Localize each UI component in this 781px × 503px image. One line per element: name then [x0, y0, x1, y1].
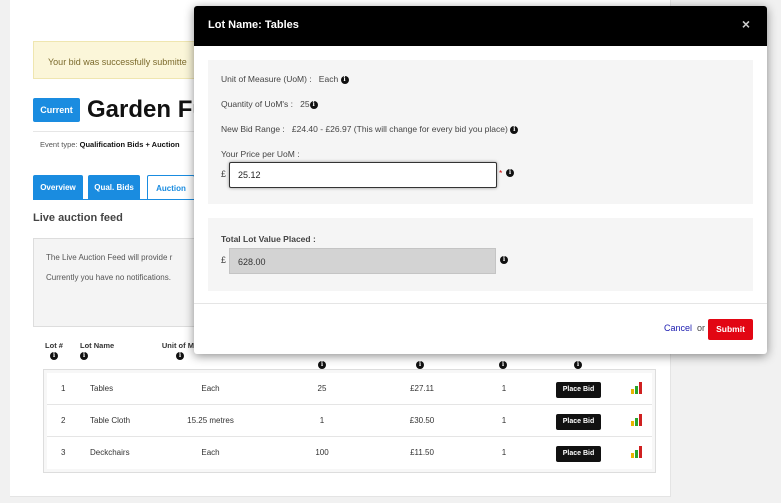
lot-uom: Each: [201, 384, 220, 393]
event-type-value: Qualification Bids + Auction: [79, 140, 180, 149]
lot-rank: 1: [501, 384, 507, 393]
total-info: i: [500, 254, 508, 264]
qty-label: Quantity of UoM's :: [221, 99, 294, 109]
uom-label: Unit of Measure (UoM) :: [221, 74, 312, 84]
cancel-link[interactable]: Cancel: [664, 323, 692, 333]
table-row: 3 Deckchairs Each 100 £11.50 1 Place Bid: [47, 437, 652, 469]
info-icon[interactable]: i: [416, 361, 424, 370]
header-action: i: [574, 359, 582, 370]
lot-rank: 1: [501, 448, 507, 457]
tab-auction[interactable]: Auction: [147, 175, 195, 200]
event-type-label: Event type:: [40, 140, 78, 149]
tab-underline: [33, 199, 203, 200]
divider: [194, 303, 767, 304]
currency-symbol: £: [221, 255, 227, 265]
total-value-field: 628.00: [229, 248, 496, 274]
feed-line: The Live Auction Feed will provide r: [46, 253, 173, 262]
close-icon[interactable]: ×: [742, 16, 750, 32]
feed-line: Currently you have no notifications.: [46, 273, 171, 282]
qty-row: Quantity of UoM's : 25 i: [221, 99, 318, 109]
info-icon[interactable]: i: [309, 100, 318, 109]
header-qty: i: [318, 359, 326, 370]
header-text: Lot Name: [80, 341, 115, 350]
info-icon[interactable]: i: [499, 361, 507, 370]
price-input[interactable]: [229, 162, 497, 188]
modal-header: Lot Name: Tables ×: [194, 6, 767, 46]
info-icon[interactable]: i: [510, 125, 519, 134]
bar-chart-icon[interactable]: [630, 381, 644, 395]
event-type: Event type: Qualification Bids + Auction: [40, 140, 180, 149]
info-icon[interactable]: i: [50, 352, 58, 361]
bar-chart-icon[interactable]: [630, 445, 644, 459]
info-icon[interactable]: i: [506, 168, 514, 177]
info-icon[interactable]: i: [176, 352, 184, 361]
place-bid-button[interactable]: Place Bid: [556, 414, 601, 430]
lot-num: 2: [61, 416, 66, 425]
price-label: Your Price per UoM :: [221, 149, 300, 159]
info-icon[interactable]: i: [500, 255, 508, 264]
tab-overview[interactable]: Overview: [33, 175, 83, 200]
lot-price: £11.50: [410, 448, 434, 457]
lot-uom: 15.25 metres: [187, 416, 234, 425]
bar-chart-icon[interactable]: [630, 413, 644, 427]
total-label: Total Lot Value Placed :: [221, 234, 316, 244]
place-bid-button[interactable]: Place Bid: [556, 446, 601, 462]
range-value: £24.40 - £26.97 (This will change for ev…: [291, 124, 508, 134]
lot-name: Deckchairs: [90, 448, 130, 457]
price-info: i: [506, 167, 514, 177]
range-label: New Bid Range :: [221, 124, 285, 134]
qty-value: 25: [300, 99, 310, 109]
header-price: i: [416, 359, 424, 370]
tab-qual-bids[interactable]: Qual. Bids: [88, 175, 140, 200]
lot-qty: 100: [315, 448, 329, 457]
place-bid-button[interactable]: Place Bid: [556, 382, 601, 398]
lot-rank: 1: [501, 416, 507, 425]
uom-value: Each: [318, 74, 339, 84]
info-icon[interactable]: i: [318, 361, 326, 370]
required-mark: *: [499, 168, 503, 178]
lot-qty: 1: [319, 416, 325, 425]
range-row: New Bid Range : £24.40 - £26.97 (This wi…: [221, 124, 519, 134]
bid-details-panel: Unit of Measure (UoM) : Each i Quantity …: [208, 60, 753, 204]
lot-num: 3: [61, 448, 66, 457]
info-icon[interactable]: i: [340, 75, 349, 84]
lot-uom: Each: [201, 448, 220, 457]
lot-price: £27.11: [410, 384, 434, 393]
table-row: 2 Table Cloth 15.25 metres 1 £30.50 1 Pl…: [47, 405, 652, 437]
or-text: or: [697, 323, 706, 333]
header-rank: i: [499, 359, 507, 370]
status-badge: Current: [33, 98, 80, 122]
table-body: 1 Tables Each 25 £27.11 1 Place Bid 2 Ta…: [43, 369, 656, 473]
lot-qty: 25: [317, 384, 327, 393]
table-row: 1 Tables Each 25 £27.11 1 Place Bid: [47, 373, 652, 405]
header-lot-num: Lot # i: [45, 341, 63, 361]
success-alert: Your bid was successfully submitte: [33, 41, 203, 79]
header-text: Lot #: [45, 341, 63, 350]
divider: [33, 131, 203, 132]
lot-name: Table Cloth: [90, 416, 131, 425]
feed-box: The Live Auction Feed will provide r Cur…: [33, 238, 205, 327]
page-title: Garden Fu: [87, 96, 197, 123]
total-panel: Total Lot Value Placed : £ 628.00 i: [208, 218, 753, 291]
modal-title: Lot Name: Tables: [208, 19, 299, 31]
submit-button[interactable]: Submit: [708, 319, 753, 340]
bid-modal: Lot Name: Tables × Unit of Measure (UoM)…: [194, 6, 767, 354]
lot-price: £30.50: [409, 416, 435, 425]
lot-num: 1: [61, 384, 66, 393]
header-lot-name: Lot Name i: [80, 341, 115, 361]
feed-title: Live auction feed: [33, 212, 123, 224]
currency-symbol: £: [221, 169, 227, 179]
info-icon[interactable]: i: [574, 361, 582, 370]
lot-name: Tables: [90, 384, 114, 393]
info-icon[interactable]: i: [80, 352, 88, 361]
uom-row: Unit of Measure (UoM) : Each i: [221, 74, 349, 84]
